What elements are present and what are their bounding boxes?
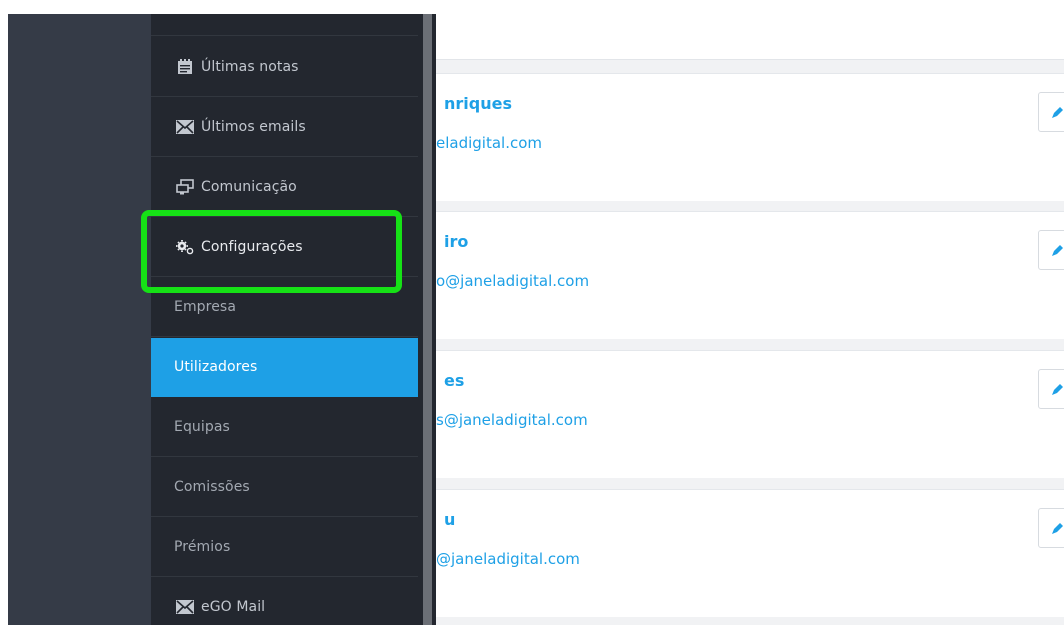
submenu-item-utilizadores[interactable]: Utilizadores [151,338,418,397]
user-card-2[interactable]: iro o@janeladigital.com [436,211,1064,339]
edit-user-button[interactable] [1038,92,1064,132]
edit-user-button[interactable] [1038,508,1064,548]
notes-icon [175,59,195,75]
content-header-bar [436,0,1064,60]
menu-item-label: Últimos emails [201,119,306,135]
navigation-menu: Últimas notas Últimos emails Comunicação [151,14,418,625]
menu-item-label: Comunicação [201,179,297,195]
card-clip [436,74,1064,201]
menu-item-label: Configurações [201,239,303,255]
menu-scrollbar-thumb[interactable] [423,14,432,625]
card-clip [436,351,1064,478]
pencil-icon [1052,384,1063,395]
submenu-item-label: Empresa [174,299,237,315]
chat-windows-icon [175,179,195,195]
app-side-rail [8,14,151,625]
submenu-item-comissoes[interactable]: Comissões [151,458,418,517]
submenu-item-empresa[interactable]: Empresa [151,278,418,337]
pencil-icon [1052,107,1063,118]
menu-item-hidden-top[interactable] [151,14,418,36]
envelope-icon [175,599,195,615]
envelope-icon [175,119,195,135]
submenu-item-equipas[interactable]: Equipas [151,398,418,457]
card-clip [436,490,1064,617]
gears-icon [175,239,195,255]
edit-user-button[interactable] [1038,230,1064,270]
user-card-3[interactable]: es s@janeladigital.com [436,350,1064,478]
menu-item-label: eGO Mail [201,599,266,615]
pencil-icon [1052,523,1063,534]
user-card-1[interactable]: nriques eladigital.com [436,73,1064,201]
card-clip [436,212,1064,339]
edit-user-button[interactable] [1038,369,1064,409]
menu-item-ultimos-emails[interactable]: Últimos emails [151,98,418,157]
submenu-item-premios[interactable]: Prémios [151,518,418,577]
submenu-item-label: Comissões [174,479,250,495]
menu-item-label: Últimas notas [201,59,299,75]
user-card-4[interactable]: u @janeladigital.com [436,489,1064,617]
submenu-item-label: Prémios [174,539,231,555]
submenu-item-label: Equipas [174,419,230,435]
menu-item-ego-mail[interactable]: eGO Mail [151,578,418,625]
pencil-icon [1052,245,1063,256]
menu-item-ultimas-notas[interactable]: Últimas notas [151,38,418,97]
page-margin-left [0,0,8,625]
menu-item-configuracoes[interactable]: Configurações [151,218,418,277]
submenu-item-label: Utilizadores [174,359,258,375]
menu-item-comunicacao[interactable]: Comunicação [151,158,418,217]
